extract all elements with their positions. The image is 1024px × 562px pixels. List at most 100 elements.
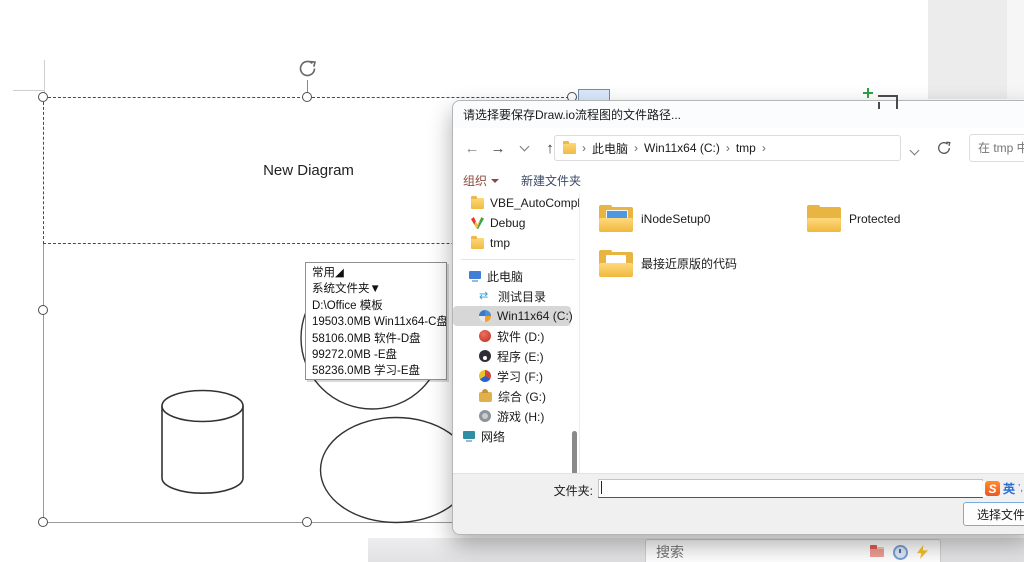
ime-indicator[interactable]: S 英 ’, xyxy=(985,480,1023,497)
background-window-scroll-area xyxy=(1007,0,1024,99)
drive-g-icon xyxy=(479,388,492,402)
sidebar-item-drive-c[interactable]: Win11x64 (C:) xyxy=(453,306,573,326)
handle-top-mid[interactable] xyxy=(302,92,312,102)
computer-icon xyxy=(469,271,481,282)
folder-icon xyxy=(471,235,484,249)
sidebar-item-label: 软件 (D:) xyxy=(497,329,545,344)
cylinder-shape[interactable] xyxy=(159,387,246,497)
sidebar-item-drive-e[interactable]: 程序 (E:) xyxy=(453,346,579,366)
breadcrumb-separator: › xyxy=(725,141,730,155)
rotate-handle-icon[interactable] xyxy=(296,57,319,80)
shortcut-arrows-icon: ⇄ xyxy=(479,289,489,302)
folder-icon xyxy=(471,195,484,209)
select-folder-button[interactable]: 选择文件夹 xyxy=(963,502,1024,526)
sidebar-separator xyxy=(461,259,575,260)
search-input[interactable] xyxy=(970,135,1024,161)
folder-icon xyxy=(807,205,841,232)
popup-item[interactable]: 58106.0MB 软件-D盘 xyxy=(312,331,446,347)
new-folder-button[interactable]: 新建文件夹 xyxy=(521,172,581,189)
breadcrumb-tmp[interactable]: tmp xyxy=(734,141,758,155)
sidebar-item-label: 测试目录 xyxy=(498,289,547,304)
file-item-protected[interactable]: Protected xyxy=(807,205,1007,232)
sidebar-item-test-dir[interactable]: ⇄ 测试目录 xyxy=(453,286,579,306)
quick-launch-bolt-icon[interactable] xyxy=(917,545,928,559)
drive-c-icon xyxy=(479,310,491,322)
sidebar-item-tmp[interactable]: tmp xyxy=(453,233,579,253)
launcher-search-bar xyxy=(645,539,941,562)
file-name: Protected xyxy=(849,211,901,226)
ellipse-shape[interactable] xyxy=(319,416,473,524)
select-folder-label: 选择文件夹 xyxy=(977,507,1024,522)
page-guide-horizontal xyxy=(13,90,44,91)
popup-item[interactable]: 19503.0MB Win11x64-C盘 xyxy=(312,314,446,330)
history-clock-icon[interactable] xyxy=(893,544,908,560)
breadcrumb-separator: › xyxy=(634,141,639,155)
popup-item[interactable]: 常用◢ xyxy=(312,265,446,281)
breadcrumb-separator: › xyxy=(582,141,586,155)
dialog-titlebar: 请选择要保存Draw.io流程图的文件路径... xyxy=(453,101,1024,128)
address-dropdown-button[interactable] xyxy=(909,144,920,162)
handle-bottom-left[interactable] xyxy=(38,517,48,527)
recent-folder-icon[interactable] xyxy=(870,545,884,557)
drive-h-icon xyxy=(479,410,491,422)
text-caret xyxy=(601,481,602,494)
popup-item[interactable]: D:\Office 模板 xyxy=(312,298,446,314)
folder-field-label: 文件夹: xyxy=(553,484,593,498)
folder-icon xyxy=(599,250,633,277)
file-name: 最接近原版的代码 xyxy=(641,257,738,271)
plus-cursor-icon xyxy=(867,88,869,98)
save-file-dialog: 请选择要保存Draw.io流程图的文件路径... ← → ↑ › 此电脑 › W… xyxy=(452,100,1024,535)
drive-f-icon xyxy=(479,370,491,382)
ime-mode-label: 英 xyxy=(1003,482,1016,496)
sidebar-item-drive-h[interactable]: 游戏 (H:) xyxy=(453,406,579,426)
launcher-search-input[interactable] xyxy=(646,544,870,560)
drive-e-icon xyxy=(479,350,491,362)
sidebar-item-drive-d[interactable]: 软件 (D:) xyxy=(453,326,579,346)
sidebar-item-vbe[interactable]: VBE_AutoCompl xyxy=(453,193,581,213)
sidebar-item-label: 此电脑 xyxy=(487,269,524,284)
sidebar-item-this-pc[interactable]: 此电脑 xyxy=(453,266,579,286)
sidebar-item-drive-g[interactable]: 综合 (G:) xyxy=(453,386,579,406)
address-bar[interactable]: › 此电脑 › Win11x64 (C:) › tmp › xyxy=(554,135,901,161)
dialog-footer: 文件夹: S 英 ’, 选择文件夹 xyxy=(453,473,1024,534)
file-item-inodesetup0[interactable]: iNodeSetup0 xyxy=(599,205,799,232)
sidebar-item-debug[interactable]: Debug xyxy=(453,213,579,233)
bottom-strip xyxy=(368,538,1024,562)
sogou-logo-icon: S xyxy=(985,481,1000,496)
sidebar-item-label: 程序 (E:) xyxy=(497,349,544,364)
drive-list-popup: 常用◢ 系统文件夹▼ D:\Office 模板 19503.0MB Win11x… xyxy=(305,262,447,380)
file-list: iNodeSetup0 Protected 最接近原版的代码 xyxy=(580,193,1024,474)
sidebar-item-drive-f[interactable]: 学习 (F:) xyxy=(453,366,579,386)
folder-icon xyxy=(563,140,576,154)
refresh-button[interactable] xyxy=(937,141,951,155)
dialog-toolbar: 组织 新建文件夹 xyxy=(453,168,1024,194)
network-icon xyxy=(463,431,475,442)
sidebar-item-label: Win11x64 (C:) xyxy=(497,309,573,323)
launcher-icons xyxy=(870,544,928,560)
diagram-title: New Diagram xyxy=(263,162,354,179)
sidebar-item-network[interactable]: 网络 xyxy=(453,426,579,446)
caret-down-icon xyxy=(491,178,500,183)
organize-label: 组织 xyxy=(463,174,488,188)
breadcrumb-this-pc[interactable]: 此电脑 xyxy=(590,140,630,157)
paste-cursor-bracket xyxy=(878,95,898,109)
handle-top-left[interactable] xyxy=(38,92,48,102)
recent-locations-button[interactable] xyxy=(511,140,537,157)
popup-item[interactable]: 58236.0MB 学习-E盘 xyxy=(312,363,446,379)
drive-d-icon xyxy=(479,330,491,342)
popup-item[interactable]: 99272.0MB -E盘 xyxy=(312,347,446,363)
forward-button[interactable]: → xyxy=(485,140,511,157)
handle-mid-left[interactable] xyxy=(38,305,48,315)
file-item-code[interactable]: 最接近原版的代码 xyxy=(599,250,799,277)
back-button[interactable]: ← xyxy=(459,140,485,157)
handle-bottom-mid[interactable] xyxy=(302,517,312,527)
ime-punct-label: ’, xyxy=(1018,483,1024,494)
dialog-title: 请选择要保存Draw.io流程图的文件路径... xyxy=(463,108,682,122)
breadcrumb-drive-c[interactable]: Win11x64 (C:) xyxy=(642,141,722,155)
popup-item[interactable]: 系统文件夹▼ xyxy=(312,281,446,297)
selection-left-edge xyxy=(43,242,44,522)
folder-input[interactable] xyxy=(599,481,986,497)
debug-icon xyxy=(471,217,484,229)
organize-button[interactable]: 组织 xyxy=(463,172,500,189)
sidebar-item-label: VBE_AutoCompl xyxy=(490,196,581,210)
